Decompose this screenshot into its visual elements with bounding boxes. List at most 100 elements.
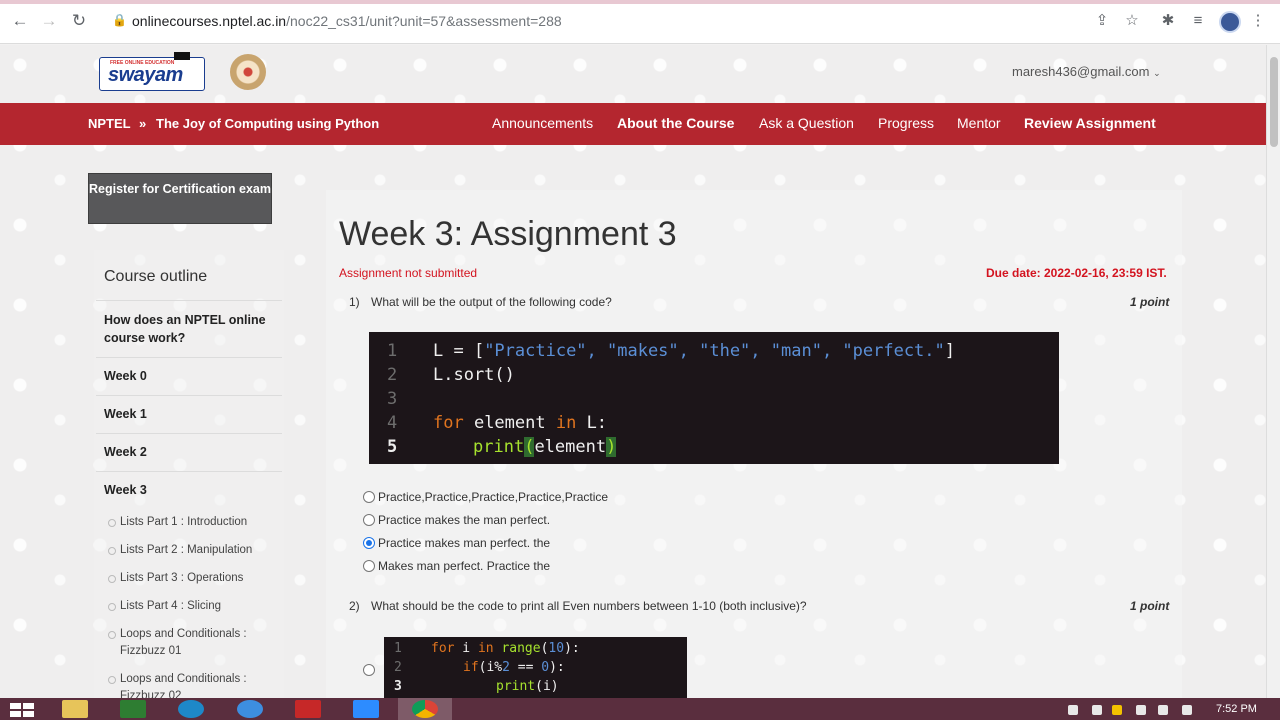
notification-icon[interactable]: [1182, 705, 1192, 715]
page-title: Week 3: Assignment 3: [339, 215, 677, 253]
chrome-icon[interactable]: [412, 700, 438, 718]
app-icon[interactable]: [295, 700, 321, 718]
speaker-icon[interactable]: [1068, 705, 1078, 715]
code-line: print(element): [473, 437, 617, 457]
question-1-option-2[interactable]: Practice makes the man perfect.: [363, 512, 550, 528]
due-date: Due date: 2022-02-16, 23:59 IST.: [986, 266, 1167, 280]
sidebar-item-week-0[interactable]: Week 0: [104, 367, 274, 385]
page-body: FREE ONLINE EDUCATION swayam maresh436@g…: [0, 45, 1266, 698]
question-1-option-1[interactable]: Practice,Practice,Practice,Practice,Prac…: [363, 489, 608, 505]
code-token: L = [: [433, 341, 485, 361]
windows-start-icon[interactable]: [10, 703, 36, 717]
option-label: Makes man perfect. Practice the: [378, 559, 551, 573]
question-1-points: 1 point: [1130, 295, 1170, 309]
browser-menu-icon[interactable]: ⋮: [1248, 11, 1268, 31]
share-icon[interactable]: ⇪: [1092, 11, 1112, 31]
excel-icon[interactable]: [120, 700, 146, 718]
line-number: 2: [387, 365, 398, 385]
network-icon[interactable]: [1092, 705, 1102, 715]
sidebar-subitem-fizzbuzz-02[interactable]: Loops and Conditionals : Fizzbuzz 02: [108, 671, 270, 698]
back-icon[interactable]: ←: [9, 10, 31, 32]
question-2-points: 1 point: [1130, 599, 1170, 613]
page-scrollbar[interactable]: [1266, 45, 1280, 698]
option-label: Practice makes the man perfect.: [378, 513, 551, 527]
question-1-option-3[interactable]: Practice makes man perfect. the: [363, 535, 550, 551]
nav-about-course[interactable]: About the Course: [617, 115, 734, 131]
divider: [96, 433, 282, 434]
radio-button[interactable]: [363, 490, 375, 503]
code-token: L:: [576, 413, 608, 433]
battery-icon[interactable]: [1136, 705, 1146, 715]
sidebar-subitem-lists-part-1[interactable]: Lists Part 1 : Introduction: [108, 514, 270, 531]
line-number: 3: [387, 389, 398, 409]
edge-icon[interactable]: [178, 700, 204, 718]
user-email: maresh436@gmail.com: [1012, 64, 1150, 79]
nav-announcements[interactable]: Announcements: [492, 115, 593, 131]
radio-button[interactable]: [363, 559, 375, 572]
code-line: L = ["Practice", "makes", "the", "man", …: [433, 341, 955, 361]
code-line: if(i%2 == 0):: [463, 660, 565, 675]
nav-mentor[interactable]: Mentor: [957, 115, 1001, 131]
sidebar-item-week-2[interactable]: Week 2: [104, 443, 274, 461]
nav-review-assignment[interactable]: Review Assignment: [1024, 115, 1156, 131]
extensions-puzzle-icon[interactable]: ✱: [1158, 11, 1178, 31]
file-explorer-icon[interactable]: [62, 700, 88, 718]
line-number: 4: [387, 413, 398, 433]
sidebar-subitem-fizzbuzz-01[interactable]: Loops and Conditionals : Fizzbuzz 01: [108, 626, 270, 660]
code-snippet-1: 1 2 3 4 5 L = ["Practice", "makes", "the…: [369, 332, 1059, 464]
keyboard-icon[interactable]: [1158, 705, 1168, 715]
sidebar-subitem-lists-part-4[interactable]: Lists Part 4 : Slicing: [108, 598, 270, 615]
code-line: for element in L:: [433, 413, 607, 433]
code-line: L.sort(): [433, 365, 515, 385]
code-token: ):: [549, 660, 565, 675]
bookmark-star-icon[interactable]: ☆: [1122, 11, 1142, 31]
user-account-menu[interactable]: maresh436@gmail.com ⌄: [1012, 64, 1161, 79]
scrollbar-thumb[interactable]: [1270, 57, 1278, 147]
profile-avatar-icon[interactable]: [1219, 11, 1241, 33]
logo-word: swayam: [108, 64, 183, 86]
tray-app-icon[interactable]: [1112, 705, 1122, 715]
code-token: (: [524, 437, 535, 457]
code-token: if: [463, 660, 479, 675]
option-label: Practice,Practice,Practice,Practice,Prac…: [378, 490, 609, 504]
question-1-number: 1): [349, 295, 360, 309]
nav-progress[interactable]: Progress: [878, 115, 934, 131]
nav-ask-question[interactable]: Ask a Question: [759, 115, 854, 131]
register-certification-button[interactable]: Register for Certification exam: [88, 173, 272, 224]
line-number: 5: [387, 437, 398, 457]
radio-button-selected[interactable]: [363, 536, 375, 549]
sidebar-subitem-lists-part-2[interactable]: Lists Part 2 : Manipulation: [108, 542, 270, 559]
forward-icon[interactable]: →: [38, 10, 60, 32]
code-token: ]: [944, 341, 956, 361]
code-line: print(i): [496, 679, 559, 694]
sidebar-subitem-lists-part-3[interactable]: Lists Part 3 : Operations: [108, 570, 270, 587]
taskbar-clock[interactable]: 7:52 PM: [1216, 703, 1257, 715]
address-bar[interactable]: onlinecourses.nptel.ac.in/noc22_cs31/uni…: [132, 13, 562, 29]
browser-tab-strip: [0, 0, 1280, 4]
internet-explorer-icon[interactable]: [237, 700, 263, 718]
sidebar-item-week-1[interactable]: Week 1: [104, 405, 274, 423]
radio-button[interactable]: [363, 663, 375, 676]
reading-list-icon[interactable]: ≡: [1188, 11, 1208, 31]
question-2-number: 2): [349, 599, 360, 613]
question-2-option-1[interactable]: [363, 662, 378, 678]
nptel-emblem-icon[interactable]: [230, 54, 266, 90]
code-token: i: [454, 641, 478, 656]
radio-button[interactable]: [363, 513, 375, 526]
divider: [96, 395, 282, 396]
sidebar-item-week-3[interactable]: Week 3: [104, 481, 274, 499]
swayam-logo[interactable]: FREE ONLINE EDUCATION swayam: [99, 52, 205, 91]
sidebar-item-how-nptel-works[interactable]: How does an NPTEL online course work?: [104, 311, 274, 347]
lock-icon[interactable]: 🔒: [112, 13, 127, 29]
course-navbar: NPTEL » The Joy of Computing using Pytho…: [0, 103, 1266, 145]
question-1-option-4[interactable]: Makes man perfect. Practice the: [363, 558, 550, 574]
code-token: ): [606, 437, 617, 457]
reload-icon[interactable]: ↻: [68, 10, 90, 32]
code-token: (i%: [478, 660, 503, 675]
line-number: 1: [394, 641, 402, 656]
chevron-down-icon: ⌄: [1153, 68, 1161, 78]
zoom-icon[interactable]: [353, 700, 379, 718]
breadcrumb-nptel[interactable]: NPTEL: [88, 116, 131, 131]
code-token: print: [496, 679, 536, 694]
breadcrumb-course[interactable]: The Joy of Computing using Python: [156, 116, 379, 131]
